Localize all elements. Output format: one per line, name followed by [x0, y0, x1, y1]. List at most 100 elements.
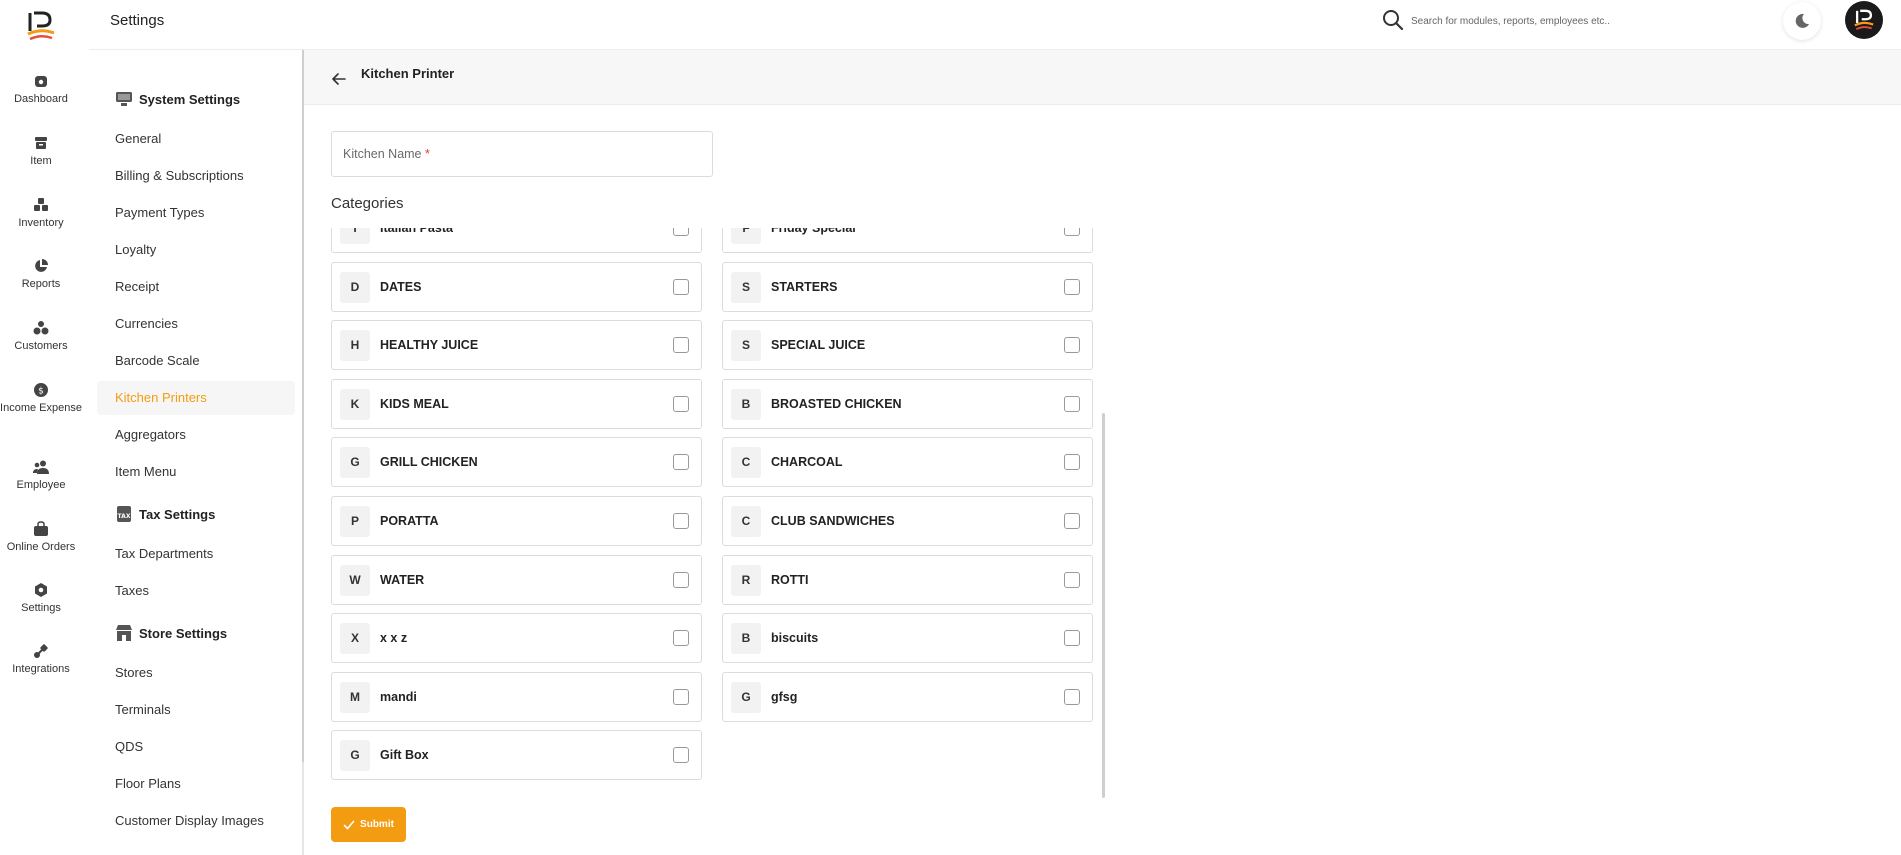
rail-item-reports[interactable]: Reports — [0, 258, 82, 292]
category-initial: C — [731, 447, 761, 479]
category-checkbox[interactable] — [1064, 395, 1080, 412]
avatar-logo-icon — [1854, 9, 1874, 31]
category-checkbox[interactable] — [673, 337, 689, 354]
rail-label: Income Expense — [0, 402, 82, 414]
content-title: Kitchen Printer — [361, 66, 455, 81]
sidebar-scrollbar[interactable] — [302, 50, 304, 762]
category-checkbox[interactable] — [1064, 337, 1080, 354]
category-card[interactable]: G GRILL CHICKEN — [331, 437, 702, 488]
nav-item-kitchen-printers[interactable]: Kitchen Printers — [97, 381, 295, 415]
rail-item-inventory[interactable]: Inventory — [0, 197, 82, 231]
nav-item-general[interactable]: General — [97, 122, 295, 156]
categories-title: Categories — [331, 195, 404, 212]
category-card[interactable]: G Gift Box — [331, 730, 702, 781]
kitchen-name-input[interactable] — [343, 146, 643, 161]
svg-text:$: $ — [38, 387, 44, 397]
category-card[interactable]: Mmandi — [331, 671, 702, 722]
reports-icon — [35, 259, 48, 272]
category-name: Gift Box — [380, 748, 429, 763]
nav-item-terminals[interactable]: Terminals — [97, 693, 295, 727]
category-checkbox[interactable] — [673, 688, 689, 705]
app-logo[interactable] — [24, 9, 58, 43]
category-initial: C — [731, 506, 761, 537]
categories-grid: I Italian Pasta F Friday Special D DATES S STAR… — [331, 228, 1101, 800]
category-name: SPECIAL JUICE — [771, 338, 866, 353]
nav-item-loyalty[interactable]: Loyalty — [97, 233, 295, 267]
rail-item-integrations[interactable]: Integrations — [0, 643, 82, 677]
nav-item-tax-departments[interactable]: Tax Departments — [97, 537, 295, 571]
category-initial: S — [731, 271, 761, 303]
category-card[interactable]: I Italian Pasta — [331, 228, 702, 253]
nav-item-taxes[interactable]: Taxes — [97, 574, 295, 608]
nav-item-qds[interactable]: QDS — [97, 730, 295, 764]
category-card[interactable]: Ggfsg — [722, 671, 1093, 722]
nav-item-payment-types[interactable]: Payment Types — [97, 196, 295, 230]
category-checkbox[interactable] — [1064, 228, 1080, 236]
rail-label: Employee — [16, 479, 66, 491]
rail-item-dashboard[interactable]: Dashboard — [0, 73, 82, 107]
nav-item-floor-plans[interactable]: Floor Plans — [97, 767, 295, 801]
category-initial: H — [340, 330, 370, 362]
rail-item-settings[interactable]: Settings — [0, 582, 82, 616]
nav-item-billing-subscriptions[interactable]: Billing & Subscriptions — [97, 159, 295, 193]
category-name: x x z — [380, 631, 408, 646]
category-checkbox[interactable] — [1064, 278, 1080, 295]
settings-sidebar: System Settings General Billing & Subscr… — [89, 50, 304, 855]
category-card[interactable]: W WATER — [331, 554, 702, 605]
category-card[interactable]: R ROTTI — [722, 554, 1093, 605]
category-checkbox[interactable] — [1064, 513, 1080, 529]
category-checkbox[interactable] — [673, 513, 689, 529]
categories-scrollbar[interactable] — [1102, 413, 1105, 798]
category-checkbox[interactable] — [673, 228, 689, 236]
category-checkbox[interactable] — [1064, 571, 1080, 588]
rail-item-employee[interactable]: Employee — [0, 459, 82, 493]
category-card[interactable]: S STARTERS — [722, 261, 1093, 312]
back-arrow-icon[interactable] — [332, 72, 346, 86]
category-initial: B — [731, 623, 761, 655]
check-icon — [343, 820, 355, 829]
category-card[interactable]: B BROASTED CHICKEN — [722, 378, 1093, 429]
kitchen-name-field[interactable]: Kitchen Name * — [331, 131, 713, 177]
rail-item-online-orders[interactable]: Online Orders — [0, 521, 82, 555]
nav-item-stores[interactable]: Stores — [97, 656, 295, 690]
category-card[interactable]: D DATES — [331, 261, 702, 312]
category-card[interactable]: P PORATTA — [331, 496, 702, 546]
category-card[interactable]: Xx x z — [331, 613, 702, 664]
category-initial: I — [340, 228, 370, 244]
nav-item-barcode-scale[interactable]: Barcode Scale — [97, 344, 295, 378]
category-checkbox[interactable] — [1064, 454, 1080, 471]
category-card[interactable]: Bbiscuits — [722, 613, 1093, 664]
category-card[interactable]: C CHARCOAL — [722, 437, 1093, 488]
rail-label: Customers — [14, 340, 68, 352]
category-checkbox[interactable] — [673, 454, 689, 471]
nav-item-item-menu[interactable]: Item Menu — [97, 455, 295, 489]
category-card[interactable]: S SPECIAL JUICE — [722, 320, 1093, 371]
category-checkbox[interactable] — [1064, 630, 1080, 647]
category-checkbox[interactable] — [673, 571, 689, 588]
search-input[interactable] — [1411, 12, 1651, 30]
category-checkbox[interactable] — [673, 395, 689, 412]
category-checkbox[interactable] — [673, 278, 689, 295]
rail-item-customers[interactable]: Customers — [0, 320, 82, 354]
category-checkbox[interactable] — [673, 630, 689, 647]
category-card[interactable]: C CLUB SANDWICHES — [722, 496, 1093, 546]
theme-toggle-button[interactable] — [1783, 2, 1821, 40]
category-card[interactable]: H HEALTHY JUICE — [331, 320, 702, 371]
submit-button[interactable]: Submit — [331, 807, 406, 842]
rail-label: Dashboard — [14, 93, 68, 105]
category-checkbox[interactable] — [673, 747, 689, 764]
category-card[interactable]: K KIDS MEAL — [331, 378, 702, 429]
nav-item-aggregators[interactable]: Aggregators — [97, 418, 295, 452]
search-icon[interactable] — [1382, 9, 1404, 31]
category-initial: K — [340, 388, 370, 420]
rail-item-item[interactable]: Item — [0, 135, 82, 169]
rail-item-income-expense[interactable]: $ Income Expense — [0, 382, 82, 416]
nav-item-receipt[interactable]: Receipt — [97, 270, 295, 304]
nav-item-customer-display-images[interactable]: Customer Display Images — [97, 804, 295, 838]
submit-label: Submit — [360, 819, 394, 830]
user-avatar[interactable] — [1845, 1, 1883, 39]
category-card[interactable]: F Friday Special — [722, 228, 1093, 253]
nav-item-currencies[interactable]: Currencies — [97, 307, 295, 341]
category-name: CLUB SANDWICHES — [771, 514, 895, 528]
category-checkbox[interactable] — [1064, 688, 1080, 705]
